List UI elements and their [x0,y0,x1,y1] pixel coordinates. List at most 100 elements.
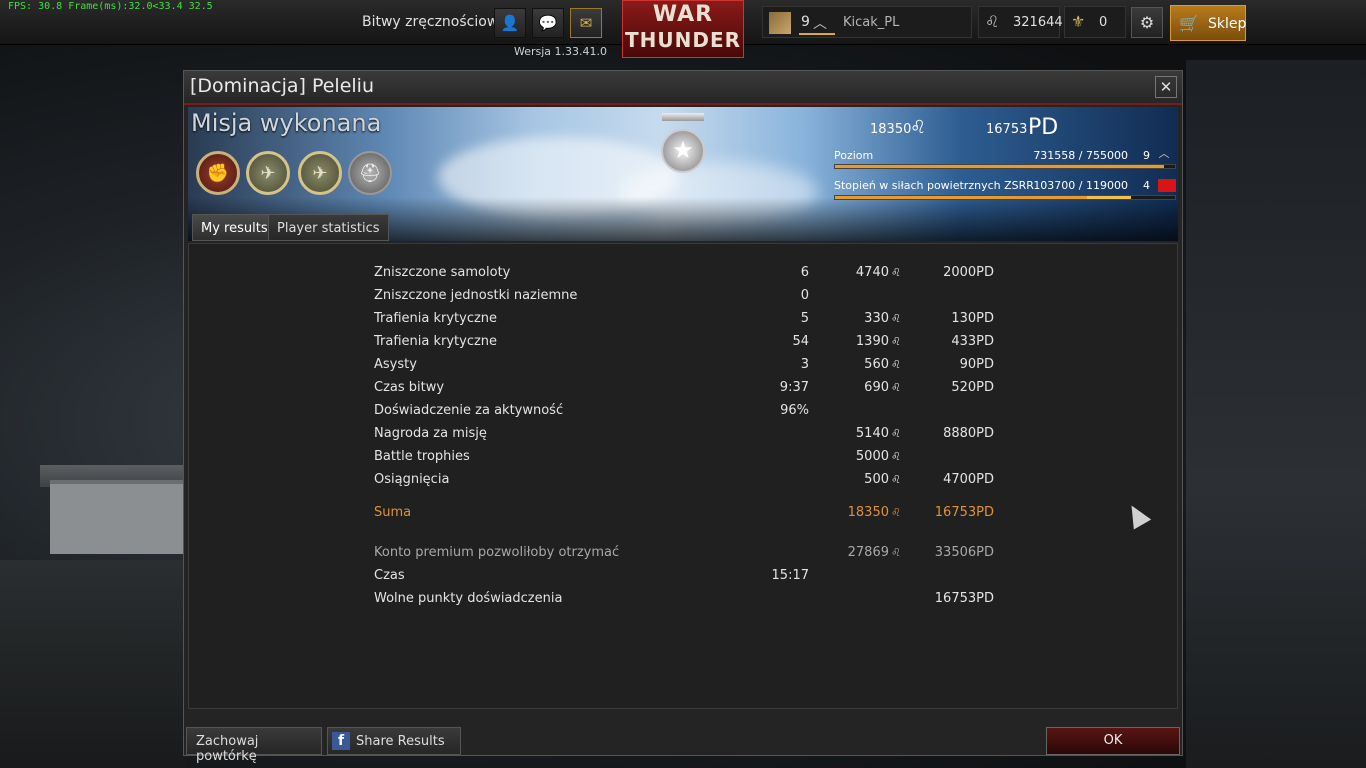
player-profile-box[interactable]: 9 ︿ Kicak_PL [762,6,972,38]
row-lions: 5140 [855,426,889,441]
award-fist-icon[interactable]: ✊ [196,151,240,195]
battle-results-window: [Dominacja] Peleliu ✕ Misja wykonana ✊ ✈… [183,70,1183,764]
player-level-exp: 731558 / 755000 [1033,149,1128,162]
eagles-value: 0 [1099,15,1108,30]
row-label: Nagroda za misję [374,426,487,441]
level-progress-bar [799,33,835,35]
table-row: Trafienia krytyczne 5 330 ♌ 130PD [189,311,1179,331]
close-icon: ✕ [1159,78,1173,96]
row-lions: 560 [864,357,889,372]
row-label: Trafienia krytyczne [374,334,498,349]
window-header: [Dominacja] Peleliu ✕ [184,71,1182,105]
row-lions: 330 [864,311,889,326]
settings-button[interactable]: ⚙ [1131,7,1163,38]
table-row: Wolne punkty doświadczenia 16753PD [189,591,1179,611]
background-house [50,480,190,554]
close-button[interactable]: ✕ [1155,76,1177,98]
row-rp: 16753PD [934,591,994,606]
air-rank-exp: 103700 / 119000 [1033,179,1128,192]
silver-lions-balance[interactable]: ♌ 321644 [978,6,1063,38]
cart-icon: 🛒 [1179,14,1199,33]
player-level-label: Poziom [834,149,874,162]
row-count: 9:37 [779,380,809,395]
air-rank-progress [834,195,1176,200]
player-name: Kicak_PL [843,15,900,30]
row-label: Asysty [374,357,417,372]
mission-status: Misja wykonana [191,109,382,137]
award-plane-icon[interactable]: ✈ [246,151,290,195]
row-rp: 16753PD [934,505,994,520]
row-count: 3 [800,357,809,372]
row-label: Konto premium pozwoliłoby otrzymać [374,545,620,560]
table-row: Asysty 3 560 ♌ 90PD [189,357,1179,377]
table-row: Zniszczone jednostki naziemne 0 [189,288,1179,308]
air-rank-progress-gain [1087,196,1132,199]
row-count: 5 [800,311,809,326]
row-lions: 1390 [855,334,889,349]
player-level-progress [834,164,1176,169]
row-rp: 130PD [951,311,994,326]
row-label: Wolne punkty doświadczenia [374,591,563,606]
background-ground [0,560,186,768]
golden-eagles-balance[interactable]: ⚜ 0 [1064,6,1126,38]
share-results-label: Share Results [356,734,445,749]
row-rp: 2000PD [943,265,994,280]
row-lions: 18350 [847,505,889,520]
tab-my-results[interactable]: My results [192,214,277,241]
results-table: Zniszczone samoloty 6 4740 ♌ 2000PD Zniszczon… [188,243,1178,709]
air-rank-progress-fill [835,196,1088,199]
air-rank-label: Stopień w siłach powietrznych ZSRR [834,179,1034,192]
profile-button[interactable]: 👤 [494,8,526,38]
row-lions: 5000 [855,449,889,464]
battle-mode-selector[interactable]: Bitwy zręcznościowe [362,14,507,30]
row-label: Zniszczone samoloty [374,265,511,280]
settings-icon: ⚙ [1139,13,1155,32]
lions-value: 321644 [1013,15,1063,30]
row-rp: 33506PD [934,545,994,560]
shop-button[interactable]: 🛒 Sklep [1170,5,1246,41]
row-label: Osiągnięcia [374,472,450,487]
ok-button[interactable]: OK [1046,727,1180,755]
top-bar: FPS: 30.8 Frame(ms):32.0<33.4 32.5 Bitwy… [0,0,1366,58]
table-row: Suma 18350 ♌ 16753PD [189,505,1179,525]
row-rp: 8880PD [943,426,994,441]
mail-icon: ✉ [579,14,593,32]
table-row: Czas bitwy 9:37 690 ♌ 520PD [189,380,1179,400]
background-right [1186,60,1366,768]
award-plane-icon[interactable]: ✈ [298,151,342,195]
award-helmet-icon[interactable]: ⛑ [348,151,392,195]
row-lions: 27869 [847,545,889,560]
avatar [769,12,791,34]
summary-lions: 18350 [870,122,912,137]
row-count: 0 [800,288,809,303]
table-row: Osiągnięcia 500 ♌ 4700PD [189,472,1179,492]
rank-chevron-icon: ︿ [813,16,827,32]
share-results-button[interactable]: f Share Results [327,727,461,755]
rp-unit: PD [1028,115,1059,140]
tab-player-statistics[interactable]: Player statistics [268,214,389,241]
row-rp: 433PD [951,334,994,349]
ussr-flag-icon [1158,179,1176,192]
lion-icon: ♌ [985,12,1000,31]
row-count: 6 [800,265,809,280]
mail-button[interactable]: ✉ [570,8,602,38]
row-rp: 520PD [951,380,994,395]
summary-rp: 16753 [986,122,1028,137]
air-rank-value: 4 [1143,179,1150,192]
table-row: Doświadczenie za aktywność 96% [189,403,1179,423]
lion-icon: ♌ [891,450,901,463]
table-row: Nagroda za misję 5140 ♌ 8880PD [189,426,1179,446]
row-rp: 90PD [959,357,994,372]
row-count: 96% [780,403,809,418]
row-lions: 690 [864,380,889,395]
shop-label: Sklep [1208,16,1247,32]
chat-button[interactable]: 💬 [532,8,564,38]
profile-icon: 👤 [500,14,520,32]
save-replay-button[interactable]: Zachowaj powtórkę [186,727,322,764]
row-label: Zniszczone jednostki naziemne [374,288,578,303]
star-medal-icon: ★ [661,129,705,173]
row-label: Czas [374,568,405,583]
table-row: Trafienia krytyczne 54 1390 ♌ 433PD [189,334,1179,354]
eagle-icon: ⚜ [1071,12,1086,31]
table-row: Battle trophies 5000 ♌ [189,449,1179,469]
